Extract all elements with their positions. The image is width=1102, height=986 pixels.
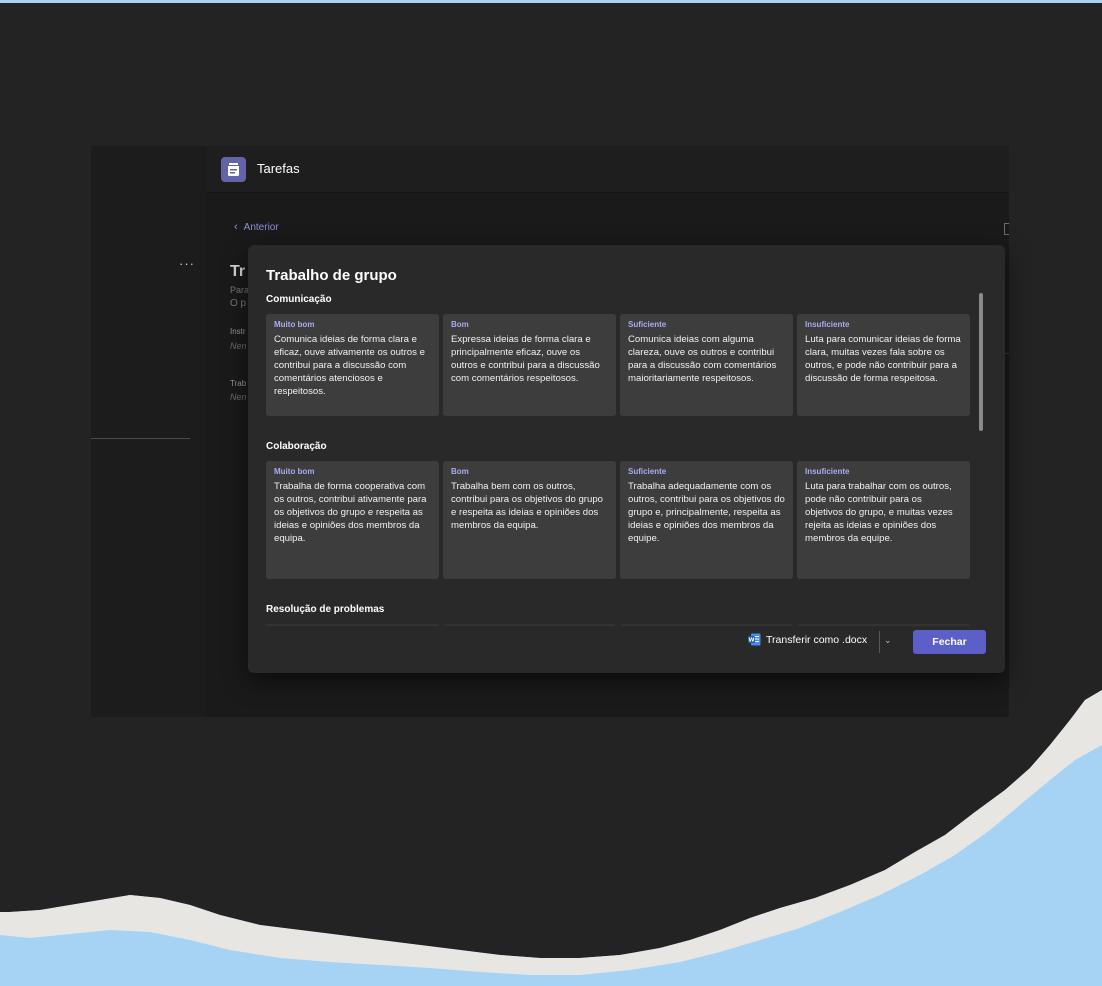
student-work-label: Trab [230,379,247,388]
criteria-row-colaboracao: Muito bom Trabalha de forma cooperativa … [266,461,970,579]
criterion-card: Muito bom Trabalha de forma cooperativa … [266,461,439,579]
scrollbar-thumb[interactable] [979,293,983,431]
left-rail: ··· [91,146,207,717]
criterion-card: Suficiente Trabalha adequadamente com os… [620,461,793,579]
criterion-level: Bom [451,320,469,329]
svg-text:W: W [748,638,754,644]
criteria-row-comunicacao: Muito bom Comunica ideias de forma clara… [266,314,970,416]
criterion-card [797,624,970,626]
tasks-app-icon [221,157,246,182]
criterion-level: Insuficiente [805,320,850,329]
chevron-down-icon[interactable]: ⌄ [884,635,892,646]
rail-divider [91,438,190,439]
criterion-description: Luta para comunicar ideias de forma clar… [805,334,961,384]
assignment-subtitle: Para [230,285,250,295]
criterion-level: Suficiente [628,320,667,329]
criterion-description: Comunica ideias de forma clara e eficaz,… [274,334,425,397]
criterion-description: Comunica ideias com alguma clareza, ouve… [628,334,777,384]
criteria-row-resolucao [266,624,970,626]
assignment-title: Tr [230,263,246,280]
criterion-description: Trabalha adequadamente com os outros, co… [628,481,785,544]
criterion-description: Expressa ideias de forma clara e princip… [451,334,600,384]
back-link[interactable]: ‹ Anterior [234,221,279,233]
edge-bracket-icon [1004,223,1009,235]
criterion-level: Muito bom [274,320,315,329]
criterion-card [620,624,793,626]
student-work-value: Nen [230,392,247,402]
screenshot-stage: ··· Tarefas ‹ Anterior Tr Para O p Instr… [0,0,1102,986]
rubric-dialog: Trabalho de grupo Comunicação Muito bom … [248,245,1005,673]
criterion-description: Trabalha bem com os outros, contribui pa… [451,481,603,531]
chevron-left-icon: ‹ [234,221,238,233]
instructions-value: Nen [230,341,247,351]
app-title: Tarefas [257,161,300,176]
assignment-description: O p [230,298,247,309]
download-docx-button[interactable]: W Transferir como .docx [748,633,867,646]
dialog-title: Trabalho de grupo [266,267,397,284]
split-divider [879,631,880,653]
criterion-card: Bom Trabalha bem com os outros, contribu… [443,461,616,579]
section-title-comunicacao: Comunicação [266,294,332,305]
word-document-icon: W [748,633,761,646]
criterion-card: Suficiente Comunica ideias com alguma cl… [620,314,793,416]
criterion-description: Luta para trabalhar com os outros, pode … [805,481,953,544]
criterion-level: Muito bom [274,467,315,476]
more-icon[interactable]: ··· [179,256,195,271]
instructions-label: Instr [230,327,246,336]
criterion-level: Insuficiente [805,467,850,476]
rubric-scroll-area[interactable]: Comunicação Muito bom Comunica ideias de… [266,290,972,626]
criterion-card: Insuficiente Luta para comunicar ideias … [797,314,970,416]
criterion-card: Bom Expressa ideias de forma clara e pri… [443,314,616,416]
app-header: Tarefas [206,146,1009,193]
section-title-resolucao: Resolução de problemas [266,604,385,615]
back-label: Anterior [243,221,279,233]
download-label: Transferir como .docx [766,633,868,646]
criterion-description: Trabalha de forma cooperativa com os out… [274,481,427,544]
criterion-card: Muito bom Comunica ideias de forma clara… [266,314,439,416]
section-title-colaboracao: Colaboração [266,441,327,452]
criterion-card: Insuficiente Luta para trabalhar com os … [797,461,970,579]
criterion-card [266,624,439,626]
criterion-level: Suficiente [628,467,667,476]
criterion-card [443,624,616,626]
criterion-level: Bom [451,467,469,476]
close-button[interactable]: Fechar [913,630,986,654]
